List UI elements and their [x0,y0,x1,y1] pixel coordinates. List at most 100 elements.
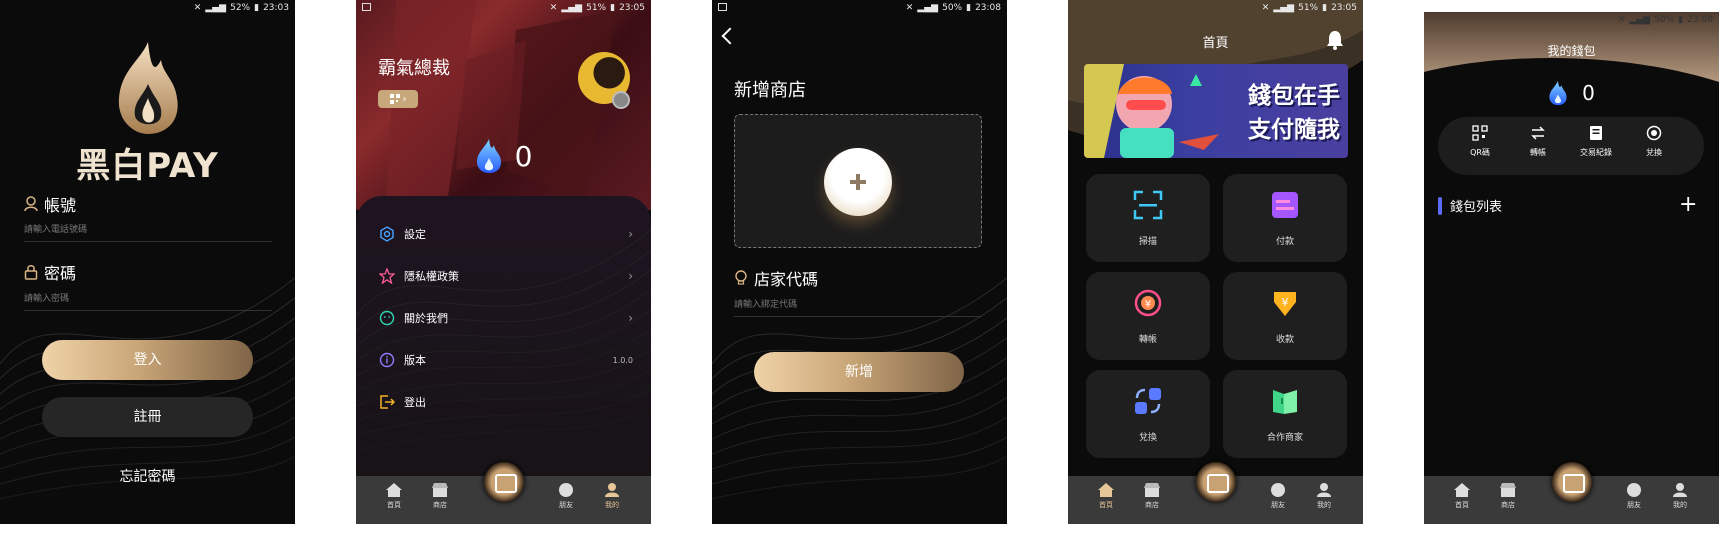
account-label: 帳號 [44,196,77,215]
person-icon [1317,483,1331,497]
battery-icon: ▮ [1678,15,1684,25]
tab-shop[interactable]: 商店 [1488,482,1528,510]
tab-friends[interactable]: 朋友 [546,482,586,510]
bottom-tab-bar: 首頁 商店 朋友 我的 [1068,462,1363,524]
clock: 23:05 [1331,3,1357,13]
tab-label: 朋友 [559,501,573,509]
tab-mine[interactable]: 我的 [1660,482,1700,510]
logout-icon [378,393,396,411]
action-transfer[interactable]: 轉帳 [1513,125,1563,158]
account-input[interactable]: 請輸入電話號碼 [24,222,272,242]
menu-item-label: 登出 [404,396,426,409]
add-shop-button[interactable]: 新增 [754,352,964,392]
menu-item-privacy[interactable]: 隱私權政策 › [378,264,633,288]
image-upload-area[interactable] [734,114,982,248]
bell-icon[interactable] [1326,30,1344,50]
menu-item-about[interactable]: 關於我們 › [378,306,633,330]
action-label: 轉帳 [1530,148,1546,157]
banner-line2: 支付隨我 [1248,117,1340,143]
tab-home[interactable]: 首頁 [1086,482,1126,510]
wallet-list-title: 錢包列表 [1450,200,1503,215]
action-label: 兌換 [1646,148,1662,157]
password-label: 密碼 [44,264,77,283]
tab-friends[interactable]: 朋友 [1258,482,1298,510]
battery-level: 51% [586,3,607,13]
qr-icon [389,94,400,104]
shop-bag-icon [1273,390,1297,414]
tab-home[interactable]: 首頁 [374,482,414,510]
banner-line1: 錢包在手 [1248,83,1340,109]
chevron-right-icon: › [628,269,633,283]
tab-friends[interactable]: 朋友 [1614,482,1654,510]
back-arrow-icon[interactable] [721,27,739,45]
forgot-password-link[interactable]: 忘記密碼 [0,466,295,486]
tile-label: 付款 [1275,237,1294,247]
account-label-row: 帳號 [24,192,76,216]
camera-icon[interactable] [612,91,630,109]
mute-icon: ✕ [1617,15,1626,25]
battery-level: 52% [230,3,251,13]
password-label-row: 密碼 [24,260,76,284]
username: 霸氣總裁 [378,58,450,79]
shop-code-input[interactable]: 請輸入綁定代碼 [734,297,982,317]
tab-home[interactable]: 首頁 [1442,482,1482,510]
menu-item-label: 設定 [404,228,426,241]
tile-label: 轉帳 [1138,335,1157,345]
tab-shop[interactable]: 商店 [420,482,460,510]
tab-shop[interactable]: 商店 [1132,482,1172,510]
add-image-icon[interactable] [824,148,892,216]
tile-pay[interactable]: 付款 [1223,174,1347,262]
page-title: 我的錢包 [1547,44,1596,58]
menu-item-settings[interactable]: 設定 › [378,222,633,246]
tile-label: 合作商家 [1266,433,1303,443]
chevron-right-icon: › [402,93,407,105]
tab-mine[interactable]: 我的 [592,482,632,510]
action-transactions[interactable]: 交易紀錄 [1571,125,1621,158]
clock: 23:03 [263,3,289,13]
tile-exchange[interactable]: 兌換 [1086,370,1210,458]
qr-code-button[interactable]: › [378,90,418,108]
star-icon [378,267,396,285]
signal-icon: ▂▄▆ [1629,15,1651,25]
action-label: QR碼 [1470,148,1490,157]
home-screen: ✕ ▂▄▆ 51% ▮ 23:05 首頁 錢包在手 支付隨我 掃描 付款 ¥ 轉… [1068,0,1363,524]
page-title: 新增商店 [734,80,806,101]
action-qr-code[interactable]: QR碼 [1455,125,1505,158]
login-button[interactable]: 登入 [42,340,253,380]
tab-label: 朋友 [1627,501,1641,509]
tab-label: 商店 [1501,501,1515,509]
promo-banner[interactable]: 錢包在手 支付隨我 [1084,64,1348,158]
receive-yen-icon: ¥ [1274,292,1296,316]
register-button[interactable]: 註冊 [42,397,253,437]
status-bar: ✕ ▂▄▆ 51% ▮ 23:05 [356,0,651,16]
tile-partners[interactable]: 合作商家 [1223,370,1347,458]
flame-icon [476,139,501,173]
tab-mine[interactable]: 我的 [1304,482,1344,510]
chat-icon [1627,483,1641,497]
add-wallet-icon[interactable]: + [1679,192,1697,217]
chat-icon [559,483,573,497]
action-exchange[interactable]: 兌換 [1629,125,1679,158]
battery-icon: ▮ [254,3,260,13]
tile-label: 掃描 [1138,237,1157,247]
tab-label: 首頁 [387,501,401,509]
menu-item-logout[interactable]: 登出 [378,390,633,414]
svg-text:¥: ¥ [1282,296,1289,309]
tile-receive[interactable]: ¥ 收款 [1223,272,1347,360]
tile-transfer[interactable]: ¥ 轉帳 [1086,272,1210,360]
flame-logo-icon [0,40,295,140]
wallet-pay-icon [1272,192,1298,218]
menu-item-label: 版本 [404,354,426,367]
image-icon [718,3,727,11]
shop-code-label-row: 店家代碼 [734,266,818,290]
store-icon [432,483,448,497]
wallet-center-button[interactable] [484,462,524,502]
menu-item-version[interactable]: 版本 1.0.0 [378,348,633,372]
password-input[interactable]: 請輸入密碼 [24,291,272,311]
battery-level: 50% [1654,15,1675,25]
wallet-center-button[interactable] [1196,462,1236,502]
tile-scan[interactable]: 掃描 [1086,174,1210,262]
menu-item-label: 關於我們 [404,312,448,325]
settings-icon [378,225,396,243]
wallet-center-button[interactable] [1552,462,1592,502]
